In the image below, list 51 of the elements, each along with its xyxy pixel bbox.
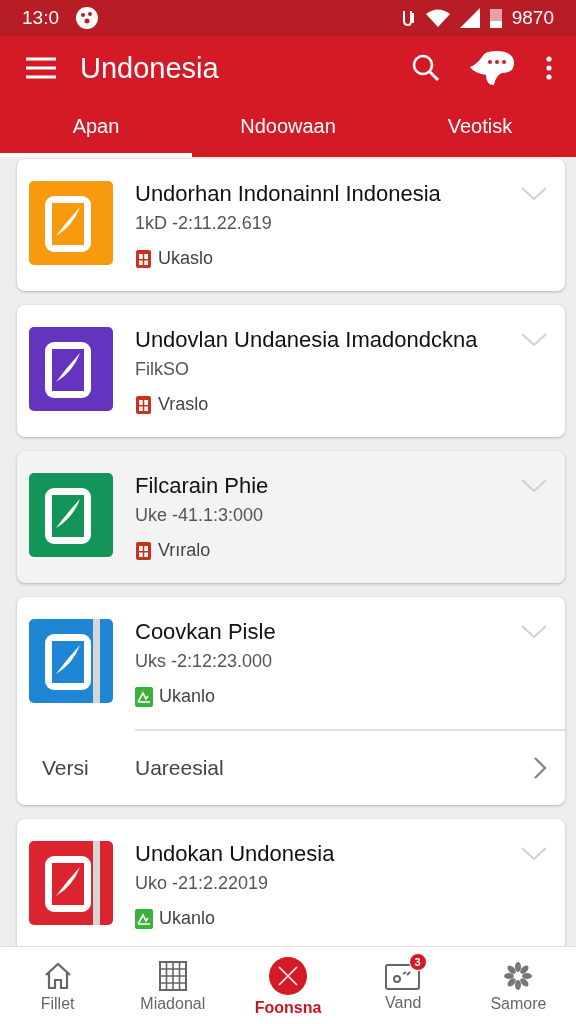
tab[interactable]: Ndoowaan bbox=[192, 100, 384, 157]
chart-icon bbox=[135, 908, 153, 929]
nav-item[interactable]: Vand 3 bbox=[345, 947, 461, 1024]
app-card[interactable]: Undorhan Indonainnl Indonesia 1kD -2:11.22.619 Ukaslo bbox=[17, 159, 565, 291]
store-icon bbox=[135, 394, 152, 415]
detail-value: Uareesial bbox=[135, 756, 225, 780]
app-title: Coovkan Pisle bbox=[135, 619, 277, 645]
notification-badge: 3 bbox=[408, 953, 427, 971]
flower-icon bbox=[503, 961, 534, 991]
detail-label: Versi bbox=[42, 756, 89, 780]
nav-item[interactable]: Foonsna bbox=[230, 947, 346, 1024]
app-title: Undonesia bbox=[80, 51, 220, 85]
store-icon bbox=[135, 248, 152, 269]
more-icon[interactable] bbox=[546, 56, 552, 80]
status-time: 13:0 bbox=[22, 7, 59, 29]
notification-icon bbox=[75, 6, 99, 30]
app-tag: Vrıralo bbox=[158, 540, 211, 561]
nav-item[interactable]: Samore bbox=[460, 947, 576, 1024]
app-subtitle: Uks -2:12:23.000 bbox=[135, 651, 274, 672]
app-tag: Ukanlo bbox=[159, 908, 216, 929]
app-card[interactable]: Coovkan Pisle Uks -2:12:23.000 Ukanlo Versi Uareesial bbox=[17, 597, 565, 805]
app-title: Undokan Undonesia bbox=[135, 841, 336, 867]
app-title: Filcarain Phie bbox=[135, 473, 270, 499]
app-tag: Ukaslo bbox=[158, 248, 214, 269]
app-tag: Ukanlo bbox=[159, 686, 216, 707]
app-card[interactable]: Filcarain Phie Uke -41.1:3:000 Vrıralo bbox=[17, 451, 565, 583]
battery-level: 9870 bbox=[511, 7, 554, 29]
search-icon[interactable] bbox=[412, 54, 440, 82]
chat-bubble-icon[interactable] bbox=[470, 51, 516, 85]
app-tag: Vraslo bbox=[158, 394, 209, 415]
nav-item[interactable]: Fillet bbox=[0, 947, 116, 1024]
signal-icon bbox=[459, 8, 480, 28]
app-title: Undovlan Undanesia Imadondckna bbox=[135, 327, 479, 353]
app-subtitle: Uko -21:2.22019 bbox=[135, 873, 270, 894]
app-subtitle: FilkSO bbox=[135, 359, 190, 380]
menu-icon[interactable] bbox=[26, 57, 56, 79]
tab[interactable]: Veotisk bbox=[384, 100, 576, 157]
battery-icon bbox=[489, 8, 502, 28]
app-subtitle: Uke -41.1:3:000 bbox=[135, 505, 265, 526]
vibrate-icon bbox=[401, 9, 416, 27]
chart-icon bbox=[135, 686, 153, 707]
store-icon bbox=[135, 540, 152, 561]
app-subtitle: 1kD -2:11.22.619 bbox=[135, 213, 273, 234]
wifi-icon bbox=[425, 9, 450, 27]
app-card[interactable]: Undokan Undonesia Uko -21:2.22019 Ukanlo bbox=[17, 819, 565, 946]
chevron-right-icon[interactable] bbox=[533, 756, 547, 780]
app-card[interactable]: Undovlan Undanesia Imadondckna FilkSO Vraslo bbox=[17, 305, 565, 437]
app-title: Undorhan Indonainnl Indonesia bbox=[135, 181, 442, 207]
close-icon bbox=[269, 957, 307, 995]
grid-icon bbox=[158, 961, 187, 991]
nav-item[interactable]: Miadonal bbox=[115, 947, 231, 1024]
